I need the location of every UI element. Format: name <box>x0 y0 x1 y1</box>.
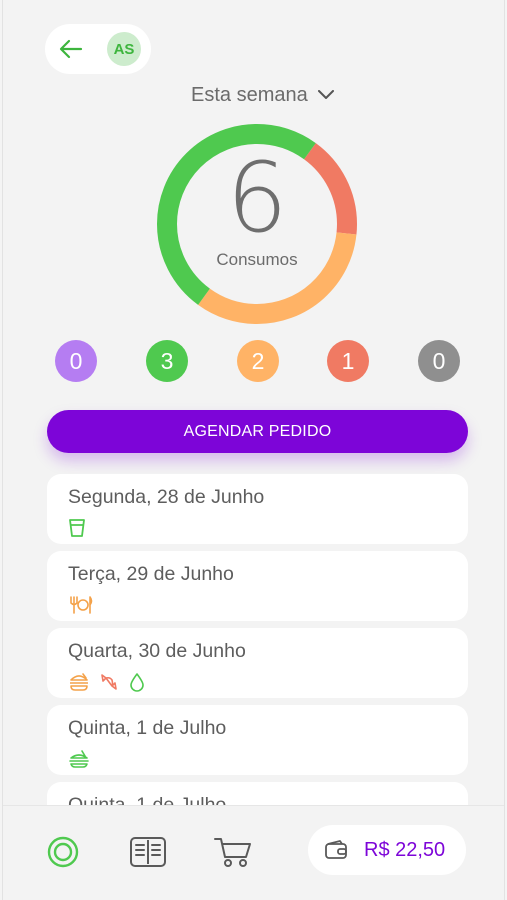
top-bar: AS <box>45 24 151 74</box>
day-title: Terça, 29 de Junho <box>68 563 234 585</box>
arrow-left-icon <box>59 39 83 59</box>
cart-icon <box>214 838 251 867</box>
period-label: Esta semana <box>191 83 308 106</box>
category-counters: 0 3 2 1 0 <box>55 340 461 382</box>
meal-icon <box>69 750 89 768</box>
day-title: Segunda, 28 de Junho <box>68 486 265 508</box>
nav-home[interactable] <box>43 832 83 872</box>
counter-red[interactable]: 1 <box>327 340 369 382</box>
counter-orange[interactable]: 2 <box>237 340 279 382</box>
app-frame: AS Esta semana 6 Consumos 0 3 2 1 0 AGEN… <box>2 0 505 900</box>
schedule-order-button[interactable]: AGENDAR PEDIDO <box>47 410 468 453</box>
avatar[interactable]: AS <box>107 32 141 66</box>
counter-gray[interactable]: 0 <box>418 340 460 382</box>
day-card[interactable]: Quarta, 30 de Junho <box>47 628 468 698</box>
burger-icon <box>70 673 88 691</box>
wallet-balance-button[interactable]: R$ 22,50 <box>308 825 466 875</box>
back-button[interactable] <box>57 35 85 63</box>
day-title: Quarta, 30 de Junho <box>68 640 246 662</box>
bottom-nav: R$ 22,50 <box>3 805 504 900</box>
day-card[interactable]: Terça, 29 de Junho <box>47 551 468 621</box>
chevron-down-icon <box>317 90 334 99</box>
nav-cart[interactable] <box>213 832 253 872</box>
day-card[interactable]: Quinta, 1 de Julho <box>47 705 468 775</box>
consumption-total: 6 <box>226 142 288 254</box>
cup-icon <box>69 519 85 537</box>
menu-icon <box>130 837 166 867</box>
wallet-balance: R$ 22,50 <box>364 838 446 861</box>
day-card[interactable]: Segunda, 28 de Junho <box>47 474 468 544</box>
ring-home-icon <box>47 836 79 868</box>
period-dropdown[interactable]: Esta semana <box>191 80 334 110</box>
wallet-icon <box>325 840 347 859</box>
nav-menu[interactable] <box>128 832 168 872</box>
consumption-label: Consumos <box>216 250 298 269</box>
ring-center: 6 Consumos <box>155 150 359 270</box>
day-title: Quinta, 1 de Julho <box>68 717 227 739</box>
candy-icon <box>101 674 117 690</box>
counter-purple[interactable]: 0 <box>55 340 97 382</box>
drop-icon <box>130 673 144 692</box>
cutlery-plate-icon <box>70 596 93 614</box>
counter-green[interactable]: 3 <box>146 340 188 382</box>
